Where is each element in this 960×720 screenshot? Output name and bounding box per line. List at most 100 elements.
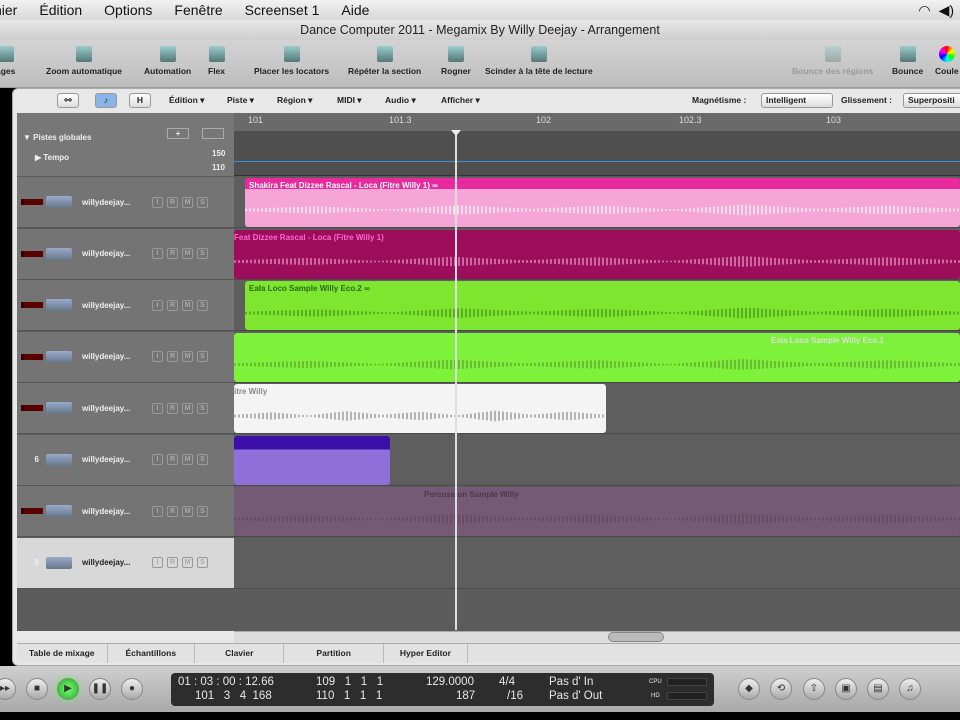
hide-button[interactable]: H	[129, 93, 151, 108]
solo-button[interactable]: S	[197, 299, 208, 311]
track-header[interactable]: willydeejay... I R M S	[17, 228, 234, 280]
solo-button[interactable]: S	[197, 557, 208, 568]
sync-button[interactable]: ▤	[867, 678, 889, 700]
input-monitor-button[interactable]: I	[152, 248, 163, 259]
menu-local-audio[interactable]: Audio ▾	[385, 95, 416, 106]
volume-icon[interactable]: ◀)	[939, 2, 954, 19]
track-header[interactable]: 8 willydeejay... I R M S	[17, 537, 234, 589]
tab-score[interactable]: Partition	[284, 644, 384, 663]
record-enable-button[interactable]: R	[167, 351, 178, 362]
menu-local-afficher[interactable]: Afficher ▾	[441, 95, 480, 106]
record-enable-button[interactable]: R	[167, 557, 178, 568]
menu-fichier[interactable]: hier	[0, 2, 17, 18]
track-header[interactable]: willydeejay... I R M S	[17, 177, 234, 228]
audio-region[interactable]: Eala Loco Sample Willy Eco.2 ∞	[245, 281, 960, 330]
solo-button[interactable]: S	[197, 454, 208, 465]
cycle-button[interactable]: ⟲	[770, 678, 792, 700]
menu-aide[interactable]: Aide	[341, 2, 369, 18]
stop-button[interactable]: ■	[26, 678, 48, 700]
menu-local-piste[interactable]: Piste ▾	[227, 95, 254, 106]
record-enable-button[interactable]: R	[167, 248, 178, 259]
menu-options[interactable]: Options	[104, 2, 152, 18]
audio-region[interactable]: Percussion Sample Willy	[234, 487, 960, 536]
audio-region[interactable]: itre Willy	[234, 384, 606, 433]
tab-samples[interactable]: Échantillons	[108, 644, 196, 663]
record-button[interactable]: ●	[121, 678, 143, 700]
solo-button[interactable]: S	[197, 505, 208, 517]
mute-button[interactable]: M	[182, 557, 193, 568]
input-monitor-button[interactable]: I	[152, 402, 163, 414]
toolbar-flex[interactable]: Flex	[208, 46, 225, 76]
tab-hyper-editor[interactable]: Hyper Editor	[384, 644, 468, 663]
toolbar-colors[interactable]: Coule	[935, 46, 959, 76]
solo-button[interactable]: S	[197, 196, 208, 208]
tempo-track-label[interactable]: ▶ Tempo	[35, 153, 69, 162]
global-tracks-config-button[interactable]	[202, 128, 224, 139]
mute-button[interactable]: M	[182, 402, 193, 414]
toolbar-zoom-auto[interactable]: Zoom automatique	[46, 46, 122, 76]
horizontal-scrollbar[interactable]	[234, 631, 960, 643]
track-name[interactable]: willydeejay...	[82, 198, 144, 207]
global-tracks-toggle[interactable]: ▼ Pistes globales	[23, 133, 91, 142]
track-header[interactable]: willydeejay... I R M S	[17, 331, 234, 383]
input-monitor-button[interactable]: I	[152, 351, 163, 362]
audio-region[interactable]	[234, 435, 390, 485]
track-header[interactable]: willydeejay... I R M S	[17, 486, 234, 537]
toolbar-bounce-regions[interactable]: Bounce des régions	[792, 46, 873, 76]
catch-button[interactable]: ♪	[95, 93, 117, 108]
mute-button[interactable]: M	[182, 196, 193, 208]
toolbar-locators[interactable]: Placer les locators	[254, 46, 329, 76]
menu-edition[interactable]: Édition	[39, 2, 82, 18]
tempo-lane[interactable]	[234, 131, 960, 176]
forward-button[interactable]: ▸▸	[0, 678, 16, 700]
track-name[interactable]: willydeejay...	[82, 301, 144, 310]
link-button[interactable]: ⚯	[57, 93, 79, 108]
input-monitor-button[interactable]: I	[152, 557, 163, 568]
playhead[interactable]	[455, 130, 457, 630]
mute-button[interactable]: M	[182, 248, 193, 259]
audio-region[interactable]: Feat Dizzee Rascal - Loca (Fitre Willy 1…	[234, 229, 960, 279]
tuner-button[interactable]: ♫	[899, 678, 921, 700]
scrollbar-thumb[interactable]	[608, 632, 664, 642]
mute-button[interactable]: M	[182, 454, 193, 465]
audio-region[interactable]: Shakira Feat Dizzee Rascal - Loca (Fitre…	[245, 178, 960, 227]
record-enable-button[interactable]: R	[167, 299, 178, 311]
mute-button[interactable]: M	[182, 351, 193, 362]
metronome-button[interactable]: ◆	[738, 678, 760, 700]
solo-button[interactable]: S	[197, 248, 208, 259]
toolbar-automation[interactable]: Automation	[144, 46, 191, 76]
track-name[interactable]: willydeejay...	[82, 455, 144, 464]
track-name[interactable]: willydeejay...	[82, 249, 144, 258]
menu-fenetre[interactable]: Fenêtre	[174, 2, 222, 18]
audio-region[interactable]: Eala Loco Sample Willy Eco.1	[234, 332, 960, 382]
mute-button[interactable]: M	[182, 505, 193, 517]
record-enable-button[interactable]: R	[167, 505, 178, 517]
menu-screenset[interactable]: Screenset 1	[245, 2, 320, 18]
input-monitor-button[interactable]: I	[152, 454, 163, 465]
track-name[interactable]: willydeejay...	[82, 404, 144, 413]
track-header[interactable]: willydeejay... I R M S	[17, 383, 234, 434]
record-enable-button[interactable]: R	[167, 454, 178, 465]
add-track-button[interactable]: +	[167, 128, 189, 139]
bar-ruler[interactable]: 101 101.3 102 102.3 103	[234, 113, 960, 131]
pause-button[interactable]: ❚❚	[89, 678, 111, 700]
menu-local-midi[interactable]: MIDI ▾	[337, 95, 362, 106]
toolbar-repeat[interactable]: Répéter la section	[348, 46, 421, 76]
track-header[interactable]: willydeejay... I R M S	[17, 280, 234, 331]
solo-button[interactable]: S	[197, 351, 208, 362]
record-enable-button[interactable]: R	[167, 402, 178, 414]
menu-local-region[interactable]: Région ▾	[277, 95, 312, 106]
track-lane[interactable]	[234, 537, 960, 589]
record-enable-button[interactable]: R	[167, 196, 178, 208]
track-name[interactable]: willydeejay...	[82, 558, 144, 567]
toolbar-images[interactable]: ages	[0, 46, 15, 76]
mute-button[interactable]: M	[182, 299, 193, 311]
track-name[interactable]: willydeejay...	[82, 507, 144, 516]
input-monitor-button[interactable]: I	[152, 299, 163, 311]
replace-button[interactable]: ⇧	[803, 678, 825, 700]
track-name[interactable]: willydeejay...	[82, 352, 144, 361]
tab-keyboard[interactable]: Clavier	[195, 644, 285, 663]
wifi-icon[interactable]: ◠	[918, 2, 930, 19]
menu-local-edition[interactable]: Édition ▾	[169, 95, 204, 106]
solo-button[interactable]: S	[197, 402, 208, 414]
